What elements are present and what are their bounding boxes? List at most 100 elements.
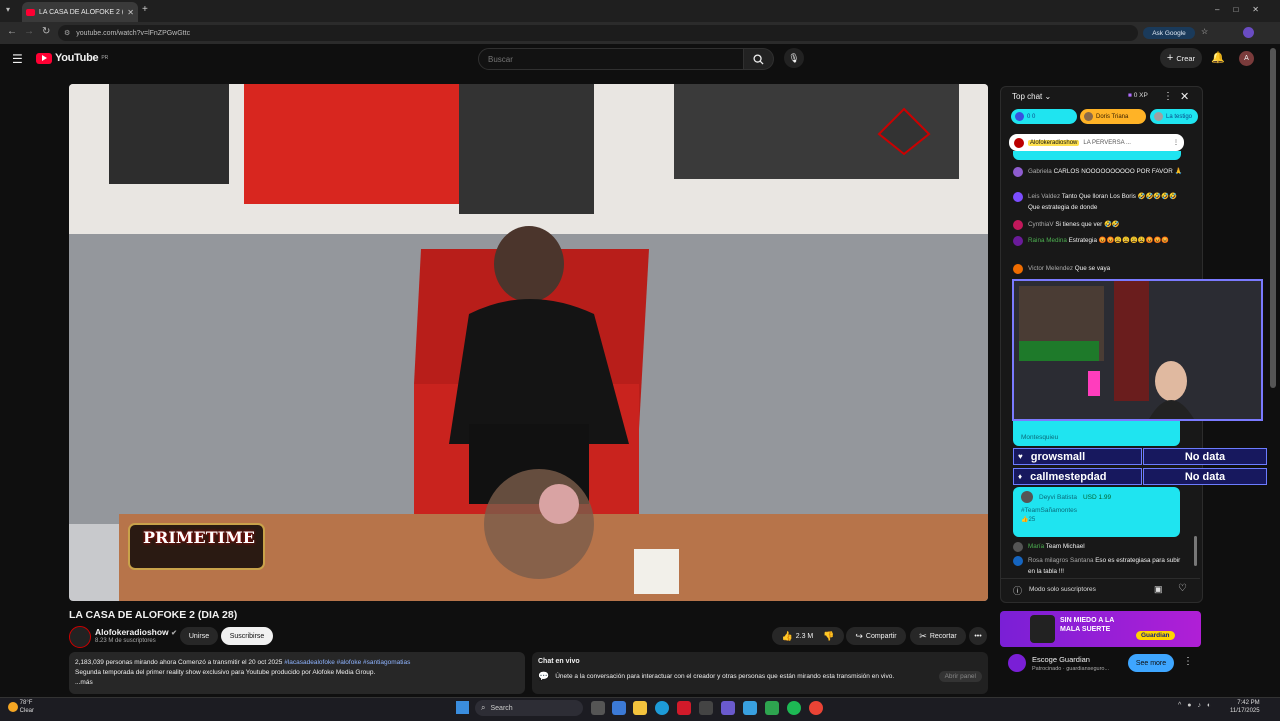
store-icon[interactable] bbox=[699, 701, 713, 715]
chat-options-icon[interactable]: ⋮ bbox=[1163, 91, 1173, 102]
share-button[interactable]: ↪ Compartir bbox=[846, 627, 906, 645]
heart-icon: ♥ bbox=[1018, 452, 1023, 461]
scissors-icon: ✂ bbox=[919, 630, 927, 641]
site-info-icon[interactable]: ⚙ bbox=[64, 29, 70, 37]
page-scrollbar[interactable] bbox=[1270, 48, 1276, 388]
back-icon[interactable]: ← bbox=[7, 26, 17, 37]
user-avatar bbox=[1013, 167, 1023, 177]
chip-avatar bbox=[1084, 112, 1093, 121]
open-panel-button[interactable]: Abrir panel bbox=[938, 671, 982, 682]
hamburger-menu-icon[interactable]: ☰ bbox=[12, 52, 23, 66]
youtube-logo[interactable]: YouTube PR bbox=[36, 52, 108, 64]
notifications-bell-icon[interactable]: 🔔 bbox=[1211, 51, 1225, 64]
ad-options-icon[interactable]: ⋮ bbox=[1183, 656, 1193, 667]
emoji-box-icon[interactable]: ▣ bbox=[1154, 584, 1163, 595]
like-dislike-group[interactable]: 👍 2.3 M 👎 bbox=[772, 627, 844, 645]
tab-menu-icon[interactable]: ▾ bbox=[6, 5, 10, 14]
spotify-icon[interactable] bbox=[787, 701, 801, 715]
clip-button[interactable]: ✂ Recortar bbox=[910, 627, 966, 645]
overlay-value: No data bbox=[1184, 450, 1226, 463]
chat-scrollbar[interactable] bbox=[1194, 536, 1197, 566]
pinned-superchat-tail bbox=[1013, 151, 1181, 160]
ask-google-button[interactable]: Ask Google bbox=[1143, 27, 1195, 39]
browser-tab[interactable]: LA CASA DE ALOFOKE 2 (D ✕ bbox=[22, 2, 138, 22]
app-icon-green[interactable] bbox=[765, 701, 779, 715]
webcam-image bbox=[1014, 281, 1261, 419]
file-explorer-icon[interactable] bbox=[633, 701, 647, 715]
description-stats: 2,183,039 personas mirando ahora Comenzó… bbox=[75, 659, 283, 666]
chat-text: Team Michael bbox=[1045, 543, 1085, 550]
weather-widget[interactable]: 78°F Clear bbox=[8, 699, 34, 715]
heart-reaction-icon[interactable]: ♡ bbox=[1178, 583, 1187, 594]
forward-icon[interactable]: → bbox=[24, 26, 34, 37]
see-more-button[interactable]: See more bbox=[1128, 654, 1174, 672]
info-icon[interactable]: ⓘ bbox=[1013, 584, 1022, 597]
weather-icon bbox=[8, 702, 18, 712]
voice-search-button[interactable]: 🎙 bbox=[784, 48, 804, 68]
chrome-icon[interactable] bbox=[809, 701, 823, 715]
chat-chip-testigo[interactable]: La testigo bbox=[1150, 109, 1198, 124]
search-button[interactable] bbox=[744, 48, 774, 70]
app-icon[interactable] bbox=[677, 701, 691, 715]
pinned-options-icon[interactable]: ⋮ bbox=[1173, 139, 1179, 146]
subscribers-only-label: Modo solo suscriptores bbox=[1029, 586, 1096, 593]
chip-label: 0 0 bbox=[1027, 113, 1036, 120]
streamer-webcam-overlay bbox=[1012, 279, 1263, 421]
search-input[interactable] bbox=[486, 53, 743, 65]
ellipsis-icon: ••• bbox=[974, 632, 982, 640]
superchat-message: Montesquieu bbox=[1013, 421, 1180, 446]
chat-text: Si tienes que ver 🤣🤣 bbox=[1055, 221, 1120, 228]
bookmark-star-icon[interactable]: ☆ bbox=[1201, 27, 1208, 36]
copilot-icon[interactable] bbox=[612, 701, 626, 715]
close-chat-icon[interactable]: ✕ bbox=[1180, 90, 1189, 103]
taskbar-clock[interactable]: 7:42 PM 11/17/2025 bbox=[1230, 699, 1260, 715]
more-actions-button[interactable]: ••• bbox=[969, 627, 987, 645]
windows-start-icon[interactable] bbox=[456, 701, 469, 714]
join-button[interactable]: Unirse bbox=[180, 627, 218, 645]
chat-message: Victor Melendez Que se vaya bbox=[1013, 263, 1183, 274]
description-text: Segunda temporada del primer reality sho… bbox=[75, 669, 376, 676]
ad-banner[interactable]: SIN MIEDO A LA MALA SUERTE Guardian bbox=[1000, 611, 1201, 647]
account-avatar[interactable]: A bbox=[1239, 51, 1254, 66]
video-frame-image bbox=[69, 84, 988, 601]
edge-icon[interactable] bbox=[655, 701, 669, 715]
system-tray-icons[interactable]: ^●♪◐ bbox=[1178, 702, 1217, 709]
overlay-row-name: ♥ growsmall bbox=[1013, 448, 1142, 465]
app-icon-blue[interactable] bbox=[743, 701, 757, 715]
url-field[interactable]: ⚙ youtube.com/watch?v=lFnZPGwGttc bbox=[58, 25, 1138, 41]
browser-tab-bar bbox=[0, 0, 1280, 22]
overlay-value: No data bbox=[1184, 470, 1226, 483]
microphone-icon: 🎙 bbox=[788, 52, 800, 63]
ad-banner-text: SIN MIEDO A LA MALA SUERTE bbox=[1060, 617, 1115, 633]
reload-icon[interactable]: ↻ bbox=[42, 26, 50, 37]
chat-message: Leis Valdez Tanto Que lloran Los Boris 🤣… bbox=[1013, 191, 1183, 213]
channel-avatar[interactable] bbox=[69, 626, 91, 648]
new-tab-icon[interactable]: + bbox=[142, 4, 148, 15]
tab-close-icon[interactable]: ✕ bbox=[127, 8, 134, 17]
pinned-message[interactable]: Alofokeradioshow LA PERVERSA ... ⋮ bbox=[1009, 134, 1184, 151]
description-more-link[interactable]: ...más bbox=[75, 678, 519, 688]
teams-icon[interactable] bbox=[721, 701, 735, 715]
chip-avatar bbox=[1015, 112, 1024, 121]
description-hashtags[interactable]: #lacasadealofoke #alofoke #santiagomatia… bbox=[284, 659, 410, 666]
thumbs-up-icon[interactable]: 👍 bbox=[782, 631, 793, 642]
task-view-icon[interactable] bbox=[591, 701, 605, 715]
profile-icon[interactable] bbox=[1243, 27, 1254, 38]
window-controls[interactable]: –□✕ bbox=[1215, 5, 1273, 14]
video-player[interactable]: PRIMETIME bbox=[69, 84, 988, 601]
search-box[interactable] bbox=[478, 48, 744, 70]
create-button[interactable]: + Crear bbox=[1160, 48, 1202, 68]
taskbar-search[interactable]: ⌕ Search bbox=[475, 700, 583, 716]
share-label: Compartir bbox=[865, 632, 897, 640]
chat-chip-doris[interactable]: Doris Triana bbox=[1080, 109, 1146, 124]
description-box[interactable]: 2,183,039 personas mirando ahora Comenzó… bbox=[69, 652, 525, 694]
chat-chip-counts[interactable]: 0 0 bbox=[1011, 109, 1077, 124]
channel-name[interactable]: Alofokeradioshow ✔ bbox=[95, 627, 177, 637]
chat-mode-dropdown[interactable]: Top chat ⌄ bbox=[1012, 92, 1051, 101]
ad-title[interactable]: Escoge Guardian bbox=[1032, 655, 1090, 664]
chat-author: Rosa milagros Santana bbox=[1028, 557, 1094, 564]
subscribe-button[interactable]: Suscribirse bbox=[221, 627, 273, 645]
thumbs-down-icon[interactable]: 👎 bbox=[823, 631, 834, 642]
live-chat-panel-text: Únete a la conversación para interactuar… bbox=[555, 673, 895, 680]
xp-badge[interactable]: ■ 0 XP bbox=[1128, 92, 1148, 99]
